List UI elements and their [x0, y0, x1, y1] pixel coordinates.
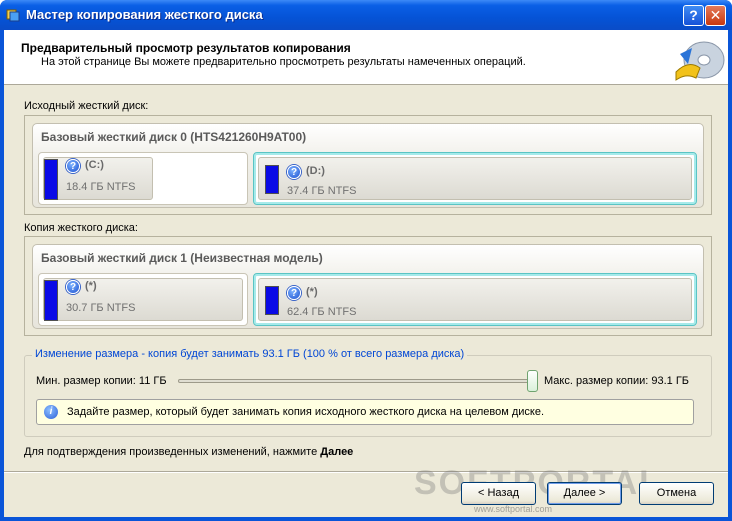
confirm-next-word: Далее [320, 446, 354, 458]
partition-bar [265, 286, 279, 315]
partition-size: 18.4 ГБ NTFS [66, 181, 136, 193]
partition-label: (*) [306, 286, 318, 298]
source-disk-card: Базовый жесткий диск 0 (HTS421260H9AT00)… [32, 123, 704, 208]
partition-size: 37.4 ГБ NTFS [287, 185, 357, 197]
cancel-button[interactable]: Отмена [639, 482, 714, 505]
partition-label: (D:) [306, 165, 325, 177]
window-title: Мастер копирования жесткого диска [26, 7, 263, 22]
max-size-label: Макс. размер копии: 93.1 ГБ [544, 375, 690, 387]
partition-bar [265, 165, 279, 194]
source-partition-d[interactable]: ? (D:) 37.4 ГБ NTFS [253, 152, 697, 205]
partition-bar [44, 280, 58, 321]
partition-size: 30.7 ГБ NTFS [66, 302, 136, 314]
back-button[interactable]: < Назад [461, 482, 536, 505]
info-icon: i [44, 405, 58, 419]
next-button[interactable]: Далее > [547, 482, 622, 505]
question-icon: ? [66, 280, 80, 294]
confirm-message: Для подтверждения произведенных изменени… [24, 446, 318, 458]
min-size-label: Мин. размер копии: 11 ГБ [36, 375, 167, 387]
question-icon: ? [287, 286, 301, 300]
partition-size: 62.4 ГБ NTFS [287, 306, 357, 318]
footer-separator [4, 471, 728, 473]
partition-label: (*) [85, 280, 97, 292]
page-subtitle: На этой странице Вы можете предварительн… [41, 56, 526, 68]
source-disk-group: Базовый жесткий диск 0 (HTS421260H9AT00)… [24, 115, 712, 215]
partition-bar [44, 159, 58, 200]
copy-disk-group: Базовый жесткий диск 1 (Неизвестная моде… [24, 236, 712, 336]
info-box: i Задайте размер, который будет занимать… [36, 399, 694, 425]
copy-partition-1[interactable]: ? (*) 30.7 ГБ NTFS [38, 273, 248, 326]
title-bar[interactable]: Мастер копирования жесткого диска ? ✕ [0, 0, 732, 30]
copy-disk-title: Базовый жесткий диск 1 (Неизвестная моде… [41, 251, 323, 265]
copy-disk-label: Копия жесткого диска: [24, 222, 138, 234]
wizard-window: Мастер копирования жесткого диска ? ✕ Пр… [0, 0, 732, 521]
source-disk-label: Исходный жесткий диск: [24, 100, 149, 112]
info-text: Задайте размер, который будет занимать к… [67, 406, 545, 418]
size-slider-track[interactable] [178, 379, 536, 383]
wizard-header: Предварительный просмотр результатов коп… [4, 30, 728, 85]
disk-wizard-logo-icon [675, 41, 725, 81]
copy-disk-card: Базовый жесткий диск 1 (Неизвестная моде… [32, 244, 704, 329]
source-disk-title: Базовый жесткий диск 0 (HTS421260H9AT00) [41, 130, 307, 144]
size-slider-thumb[interactable] [527, 370, 538, 392]
source-partition-c[interactable]: ? (C:) 18.4 ГБ NTFS [38, 152, 248, 205]
watermark: SOFTPORTAL [414, 464, 662, 502]
page-title: Предварительный просмотр результатов коп… [21, 41, 351, 55]
resize-title: Изменение размера - копия будет занимать… [32, 348, 468, 360]
confirm-text: Для подтверждения произведенных изменени… [24, 446, 353, 458]
question-icon: ? [287, 165, 301, 179]
partition-label: (C:) [85, 159, 104, 171]
question-icon: ? [66, 159, 80, 173]
help-button[interactable]: ? [683, 5, 704, 26]
watermark-url: www.softportal.com [474, 504, 553, 514]
copy-partition-2[interactable]: ? (*) 62.4 ГБ NTFS [253, 273, 697, 326]
close-button[interactable]: ✕ [705, 5, 726, 26]
wizard-client-area: Предварительный просмотр результатов коп… [4, 30, 728, 517]
disk-copy-icon [6, 9, 20, 22]
